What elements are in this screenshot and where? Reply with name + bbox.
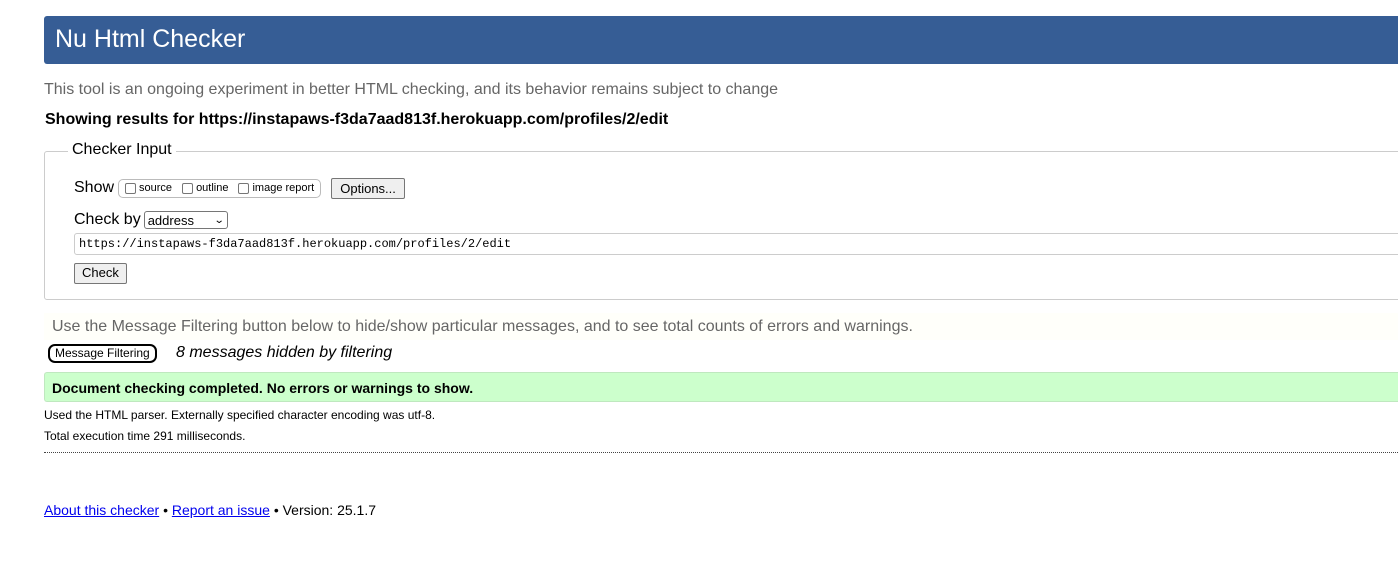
header-bar: Nu Html Checker	[44, 16, 1398, 64]
version-text: Version: 25.1.7	[282, 502, 377, 518]
execution-time: Total execution time 291 milliseconds.	[44, 429, 246, 443]
divider	[44, 452, 1398, 453]
checker-input-legend: Checker Input	[68, 141, 176, 159]
page: Nu Html Checker This tool is an ongoing …	[0, 0, 1398, 574]
page-title: Nu Html Checker	[55, 25, 246, 53]
check-by-selected-value: address	[147, 212, 194, 228]
success-message: Document checking completed. No errors o…	[52, 380, 474, 396]
show-row: Show source outline image report Options…	[74, 177, 405, 199]
footer-separator: •	[273, 502, 279, 518]
parser-info: Used the HTML parser. Externally specifi…	[44, 408, 436, 422]
message-filtering-button[interactable]: Message Filtering	[48, 344, 157, 363]
check-by-row: Check by address ⌄	[74, 211, 228, 229]
about-checker-link[interactable]: About this checker	[44, 502, 159, 518]
url-input[interactable]: https://instapaws-f3da7aad813f.herokuapp…	[74, 233, 1398, 255]
outline-checkbox[interactable]	[182, 182, 194, 194]
show-options-group: source outline image report	[118, 178, 322, 198]
filtering-note: Use the Message Filtering button below t…	[44, 313, 1398, 340]
results-heading: Showing results for https://instapaws-f3…	[45, 111, 669, 128]
image-report-checkbox[interactable]	[238, 182, 250, 194]
report-issue-link[interactable]: Report an issue	[172, 502, 270, 518]
footer: About this checker • Report an issue • V…	[44, 502, 376, 518]
show-label: Show	[74, 179, 115, 196]
check-by-select[interactable]: address ⌄	[143, 211, 228, 229]
check-button[interactable]: Check	[74, 263, 127, 284]
chevron-down-icon: ⌄	[214, 214, 225, 226]
options-button[interactable]: Options...	[331, 177, 405, 199]
check-by-label: Check by	[74, 211, 141, 228]
image-report-checkbox-label[interactable]: image report	[252, 182, 314, 194]
tagline: This tool is an ongoing experiment in be…	[44, 81, 779, 98]
checker-input-fieldset	[44, 151, 1398, 300]
outline-checkbox-label[interactable]: outline	[196, 182, 228, 194]
filtering-note-text: Use the Message Filtering button below t…	[52, 318, 913, 335]
footer-separator: •	[163, 502, 168, 518]
source-checkbox-label[interactable]: source	[139, 182, 172, 194]
success-message-box: Document checking completed. No errors o…	[44, 372, 1398, 402]
source-checkbox[interactable]	[125, 182, 137, 194]
hidden-messages-count: 8 messages hidden by filtering	[176, 344, 393, 361]
